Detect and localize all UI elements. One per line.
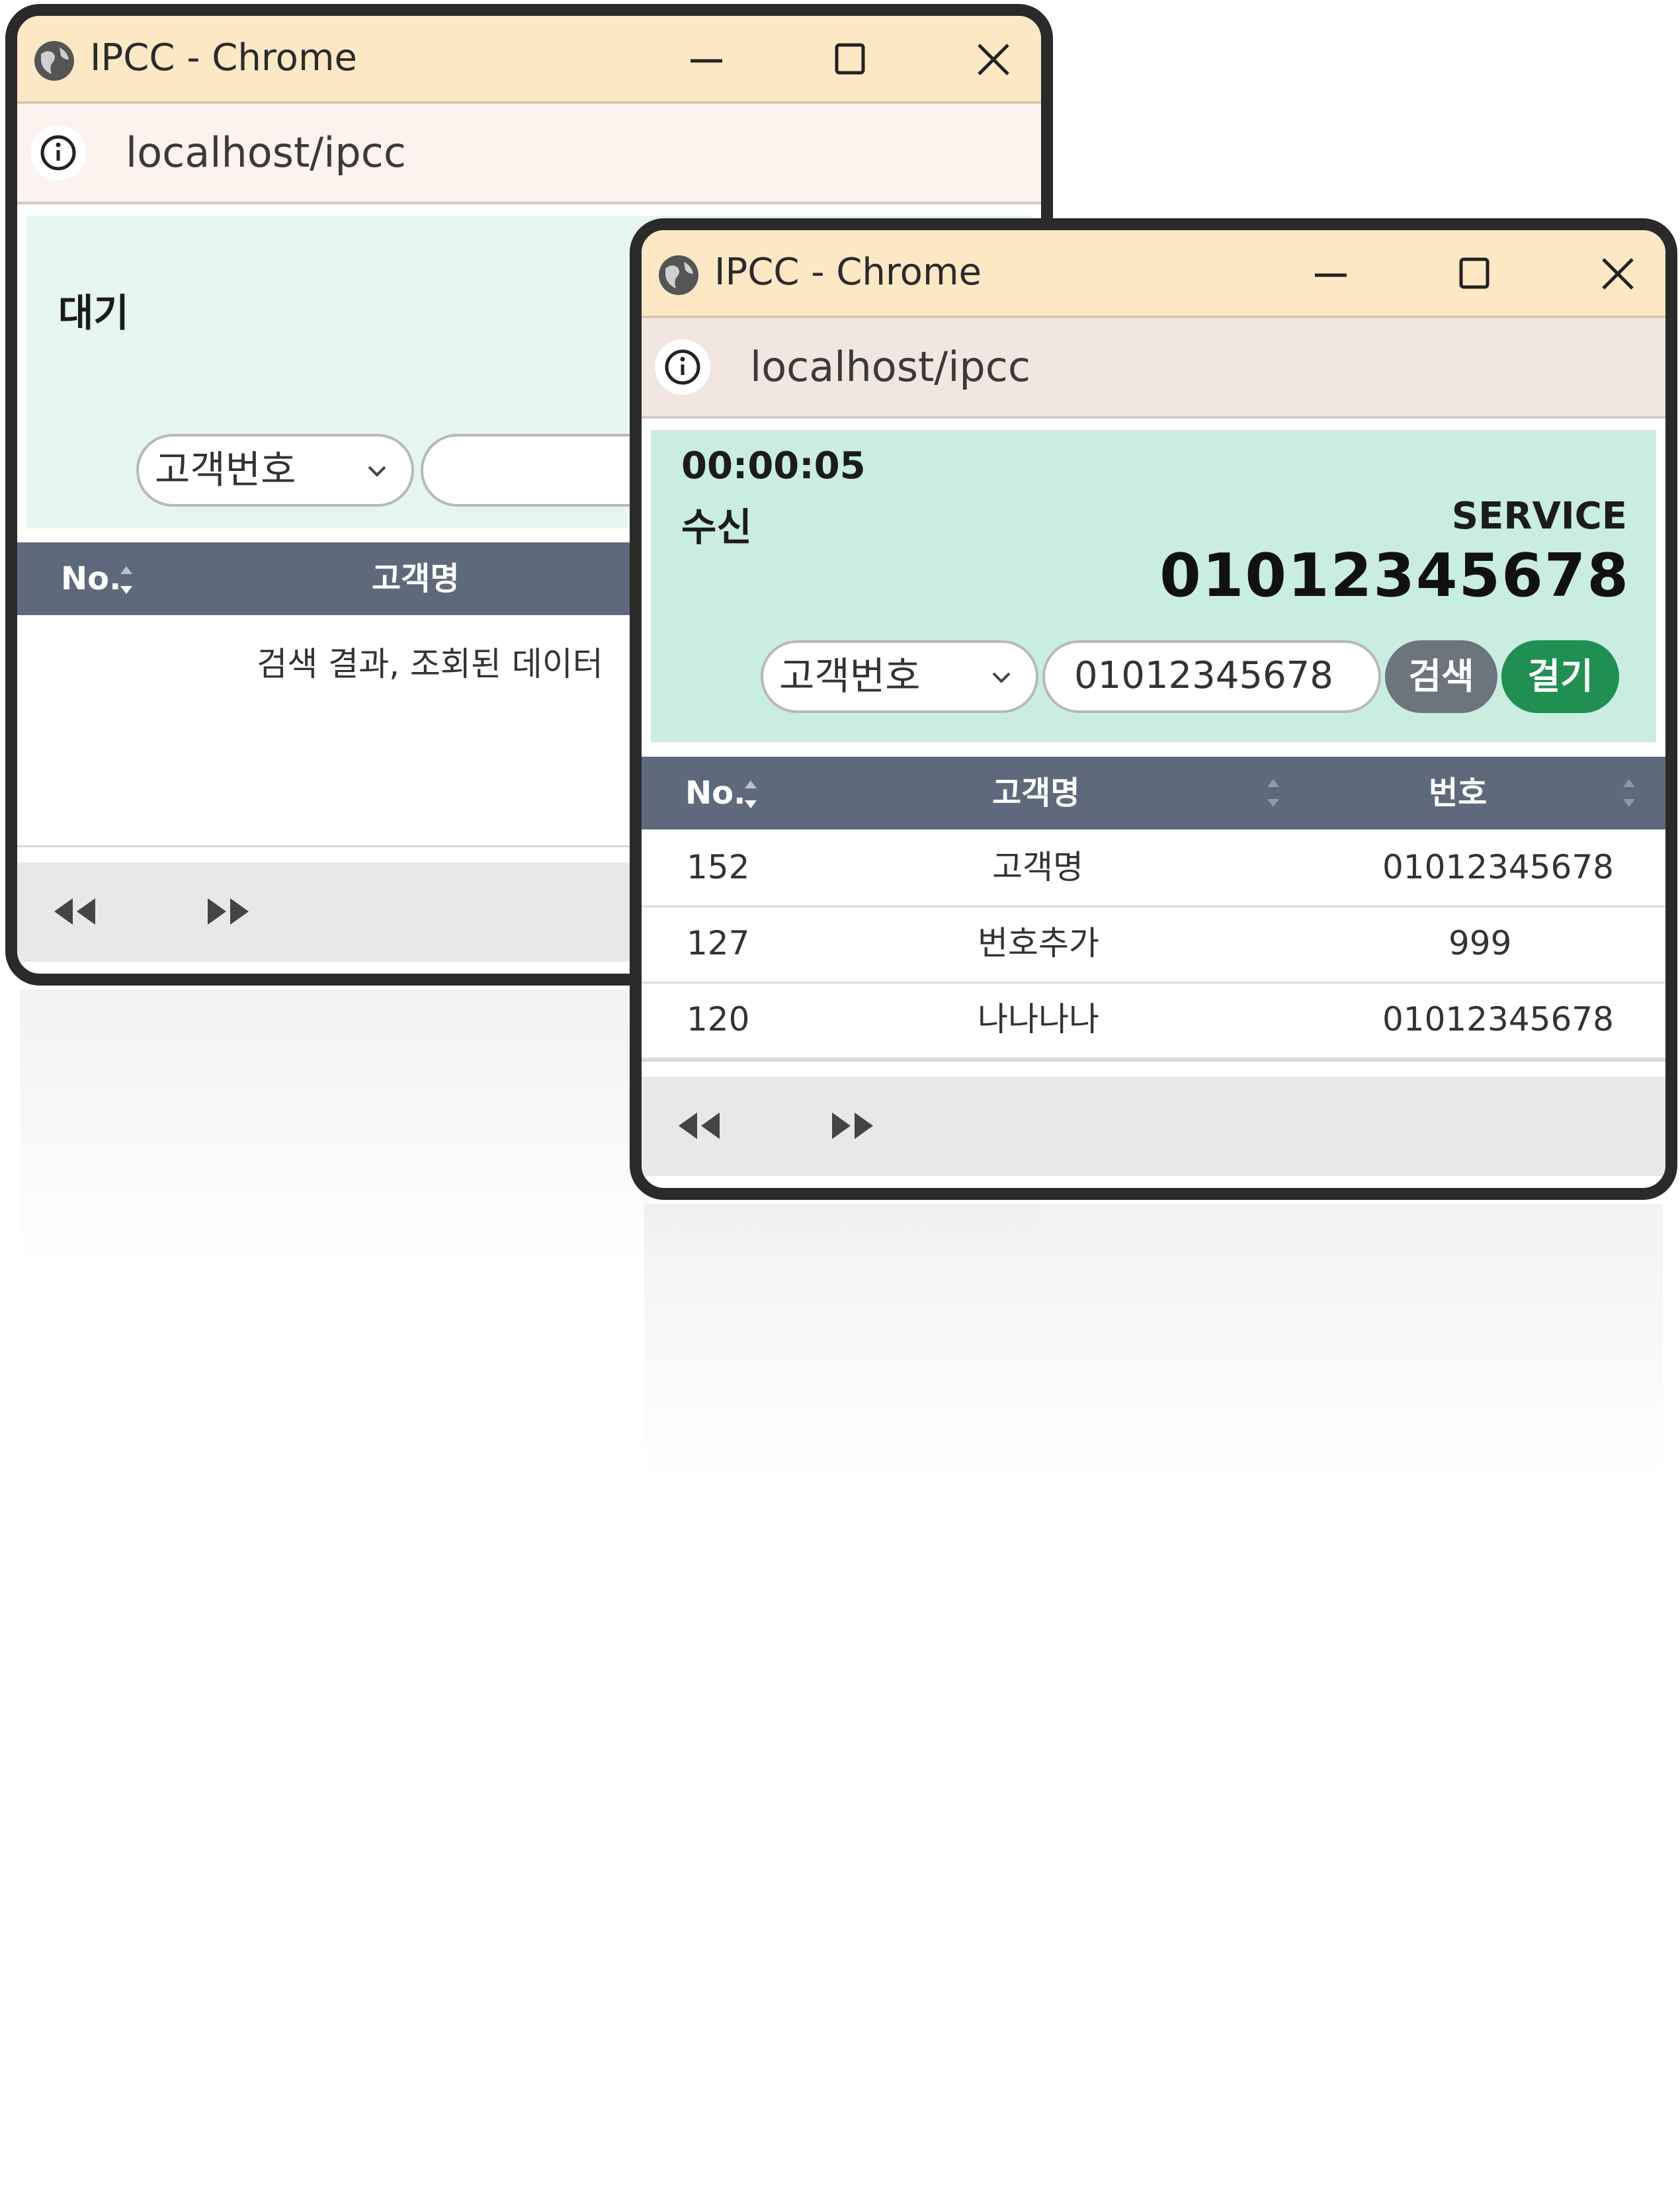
status-label: 수신 (681, 505, 752, 550)
search-type-value: 고객번호 (155, 447, 296, 492)
column-header-name[interactable]: 고객명 (992, 757, 1079, 829)
globe-icon (34, 41, 74, 81)
service-label: SERVICE (1451, 495, 1627, 538)
url-text: localhost/ipcc (750, 343, 1030, 391)
last-page-icon[interactable] (811, 1106, 877, 1146)
last-page-icon[interactable] (187, 892, 253, 931)
search-type-select[interactable]: 고객번호 (761, 640, 1038, 713)
cell-name: 나나나나 (978, 1000, 1099, 1038)
table-row[interactable]: 152 고객명 01012345678 (642, 829, 1665, 908)
cell-number: 01012345678 (1382, 1000, 1614, 1038)
maximize-icon[interactable] (1450, 250, 1498, 298)
cell-no: 120 (687, 1000, 750, 1038)
pagination-bar (642, 1077, 1665, 1176)
column-header-no[interactable]: No. (61, 542, 121, 615)
status-label: 대기 (58, 290, 129, 335)
column-header-number[interactable]: 번호 (1429, 757, 1487, 829)
cell-no: 152 (687, 848, 750, 886)
front-window-reflection (644, 1204, 1663, 1482)
call-button[interactable]: 걸기 (1501, 640, 1619, 713)
url-text: localhost/ipcc (126, 128, 406, 177)
address-bar[interactable]: localhost/ipcc (17, 104, 1041, 204)
chevron-down-icon (992, 672, 1011, 683)
title-bar: IPCC - Chrome (17, 16, 1041, 104)
call-timer: 00:00:05 (681, 444, 866, 487)
sort-icon[interactable] (118, 564, 135, 597)
info-icon[interactable] (655, 339, 710, 395)
first-page-icon[interactable] (50, 892, 116, 931)
table-bottom-divider (642, 1060, 1665, 1062)
first-page-icon[interactable] (675, 1106, 741, 1146)
info-icon[interactable] (30, 125, 86, 181)
call-status-panel: 00:00:05 수신 SERVICE 01012345678 고객번호 010… (651, 430, 1656, 742)
close-icon[interactable] (1594, 250, 1642, 298)
cell-name: 고객명 (992, 848, 1083, 886)
globe-icon (659, 255, 698, 295)
window-title: IPCC - Chrome (714, 251, 982, 294)
cell-no: 127 (687, 924, 750, 962)
title-bar: IPCC - Chrome (642, 230, 1665, 318)
sort-icon[interactable] (742, 778, 759, 811)
caller-phone-number: 01012345678 (1159, 541, 1630, 611)
chevron-down-icon (368, 466, 386, 477)
table-header: No. 고객명 번호 (642, 757, 1665, 829)
column-header-name[interactable]: 고객명 (372, 542, 459, 615)
maximize-icon[interactable] (826, 36, 874, 83)
table-row[interactable]: 127 번호추가 999 (642, 906, 1665, 984)
window-title: IPCC - Chrome (90, 36, 357, 79)
cell-name: 번호추가 (978, 924, 1099, 962)
minimize-icon[interactable] (683, 36, 730, 83)
sort-icon[interactable] (1265, 777, 1282, 810)
search-input[interactable]: 01012345678 (1042, 640, 1381, 713)
front-browser-window: IPCC - Chrome localhost/ipcc 00:00:05 수신… (630, 218, 1677, 1200)
search-button[interactable]: 검색 (1385, 640, 1497, 713)
column-header-no[interactable]: No. (685, 757, 745, 829)
search-type-value: 고객번호 (779, 654, 921, 698)
sort-icon[interactable] (1620, 777, 1638, 810)
close-icon[interactable] (970, 36, 1017, 83)
minimize-icon[interactable] (1307, 250, 1355, 298)
address-bar[interactable]: localhost/ipcc (642, 318, 1665, 419)
cell-number: 999 (1449, 924, 1512, 962)
search-type-select[interactable]: 고객번호 (136, 434, 414, 507)
table-row[interactable]: 120 나나나나 01012345678 (642, 982, 1665, 1060)
cell-number: 01012345678 (1382, 848, 1614, 886)
